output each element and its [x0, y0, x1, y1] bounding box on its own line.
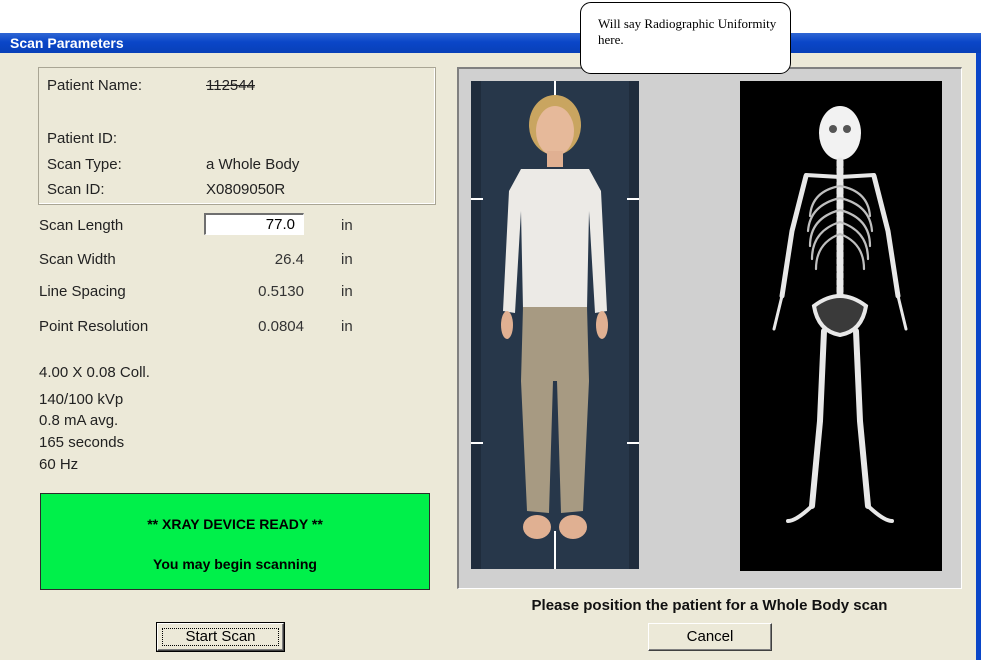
ma-text: 0.8 mA avg.	[39, 412, 119, 429]
window-titlebar[interactable]: Scan Parameters	[0, 33, 981, 53]
line-spacing-label: Line Spacing	[39, 283, 126, 300]
scan-length-label: Scan Length	[39, 217, 124, 234]
point-resolution-value: 0.0804	[258, 318, 304, 335]
patient-name-label: Patient Name:	[47, 77, 143, 94]
start-scan-button[interactable]: Start Scan	[156, 622, 285, 652]
window-title: Scan Parameters	[10, 35, 124, 51]
scan-type-label: Scan Type:	[47, 156, 122, 173]
callout-text: Will say Radiographic Uniformity here.	[598, 16, 777, 47]
patient-id-label: Patient ID:	[47, 130, 118, 147]
scan-width-value: 26.4	[274, 251, 304, 268]
point-resolution-unit: in	[341, 318, 353, 335]
patient-position-photo	[471, 81, 639, 569]
point-resolution-label: Point Resolution	[39, 318, 149, 335]
scan-type-value: a Whole Body	[206, 156, 300, 173]
skeleton-xray-image	[740, 81, 942, 571]
scan-id-value: X0809050R	[206, 181, 286, 198]
device-ready-text: ** XRAY DEVICE READY **	[147, 516, 323, 532]
patient-name-value: 112544	[206, 77, 255, 94]
scan-length-input[interactable]: 77.0	[204, 213, 304, 235]
focus-rectangle	[162, 628, 279, 646]
annotation-callout: Will say Radiographic Uniformity here.	[580, 2, 791, 74]
window-border	[976, 53, 981, 660]
line-spacing-unit: in	[341, 283, 353, 300]
collimation-text: 4.00 X 0.08 Coll.	[39, 364, 150, 381]
begin-scanning-text: You may begin scanning	[153, 556, 317, 572]
seconds-text: 165 seconds	[39, 434, 125, 451]
scan-length-unit: in	[341, 217, 353, 234]
cancel-label: Cancel	[686, 628, 734, 645]
device-ready-panel: ** XRAY DEVICE READY ** You may begin sc…	[40, 493, 430, 590]
hz-text: 60 Hz	[39, 456, 79, 473]
position-instruction: Please position the patient for a Whole …	[531, 597, 888, 614]
kvp-text: 140/100 kVp	[39, 391, 124, 408]
line-spacing-value: 0.5130	[258, 283, 304, 300]
scan-id-label: Scan ID:	[47, 181, 105, 198]
cancel-button[interactable]: Cancel	[648, 623, 772, 651]
scan-width-unit: in	[341, 251, 353, 268]
scan-width-label: Scan Width	[39, 251, 116, 268]
